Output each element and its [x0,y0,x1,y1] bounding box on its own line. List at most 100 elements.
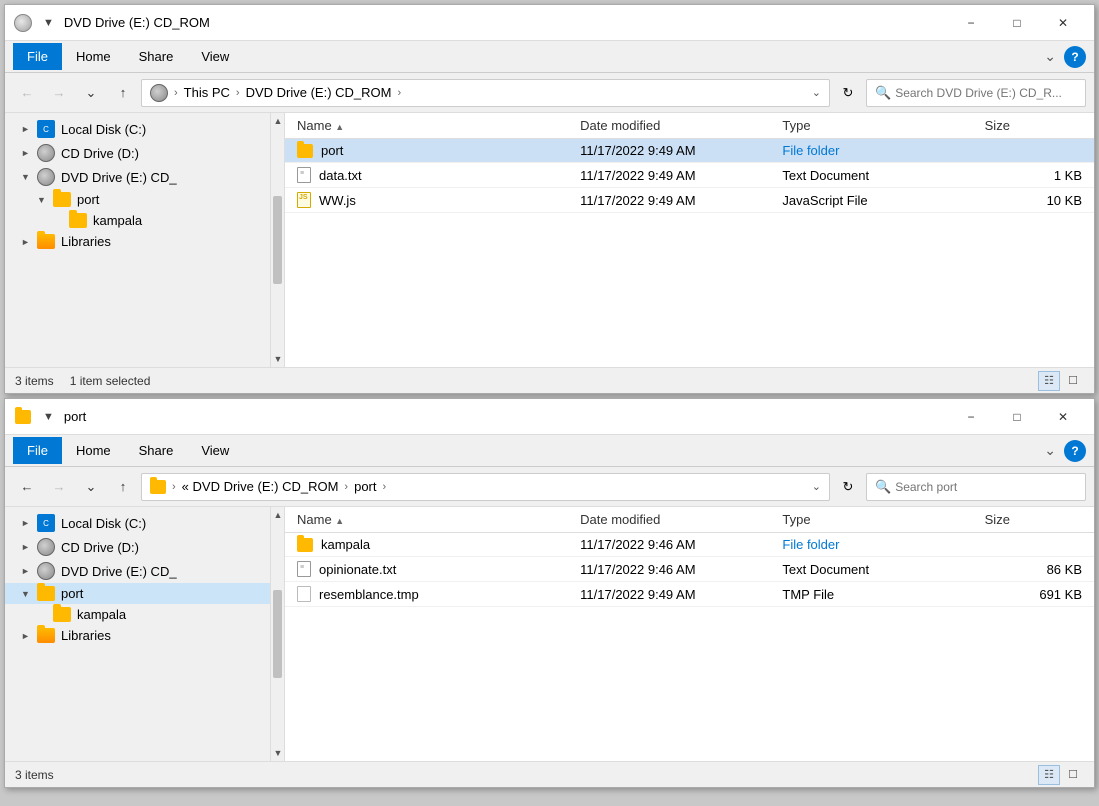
window-icon-2 [13,407,33,427]
forward-btn-1[interactable]: → [45,80,73,106]
ribbon-help-1[interactable]: ? [1064,46,1086,68]
ribbon-help-2[interactable]: ? [1064,440,1086,462]
sidebar-item-cd-drive-d-2[interactable]: ► CD Drive (D:) [5,535,284,559]
address-bar-1[interactable]: › This PC › DVD Drive (E:) CD_ROM › ⌄ [141,79,830,107]
quick-save-btn[interactable]: ▼ [39,15,58,31]
ribbon-tab-file-1[interactable]: File [13,43,62,70]
search-input-1[interactable] [895,86,1077,100]
window-controls-1: − □ ✕ [948,9,1086,37]
sidebar-item-dvd-drive-e-1[interactable]: ▼ DVD Drive (E:) CD_ [5,165,284,189]
back-btn-1[interactable]: ← [13,80,41,106]
maximize-btn-2[interactable]: □ [994,403,1040,431]
addr-dropdown-2[interactable]: ⌄ [812,480,821,493]
ribbon-tab-share-1[interactable]: Share [125,43,188,70]
details-view-btn-1[interactable]: ☷ [1038,371,1060,391]
expand-icon: ▼ [37,195,47,205]
dropdown-btn-2[interactable]: ⌄ [77,474,105,500]
scroll-up-arrow-1[interactable]: ▲ [271,113,285,129]
refresh-btn-2[interactable]: ↻ [834,473,862,501]
col-header-size-1[interactable]: Size [973,113,1094,139]
scroll-track-2 [271,523,284,745]
maximize-btn-1[interactable]: □ [994,9,1040,37]
large-icons-view-btn-2[interactable]: ☐ [1062,765,1084,785]
col-header-type-1[interactable]: Type [770,113,972,139]
sidebar-label: Local Disk (C:) [61,516,146,531]
sidebar-item-kampala-1[interactable]: kampala [5,210,284,231]
scroll-up-arrow-2[interactable]: ▲ [271,507,285,523]
search-box-2[interactable]: 🔍 [866,473,1086,501]
file-row-icon: data.txt [297,167,556,183]
expand-icon: ► [21,566,31,576]
file-row-ww-js[interactable]: WW.js 11/17/2022 9:49 AM JavaScript File… [285,188,1094,213]
col-header-size-2[interactable]: Size [973,507,1094,533]
sidebar-item-kampala-2[interactable]: kampala [5,604,284,625]
up-btn-2[interactable]: ↑ [109,474,137,500]
ribbon-1: File Home Share View ⌄ ? [5,41,1094,73]
selected-count-1: 1 item selected [70,374,151,388]
ribbon-tab-file-2[interactable]: File [13,437,62,464]
scroll-thumb-1[interactable] [273,196,282,285]
address-bar-2[interactable]: › « DVD Drive (E:) CD_ROM › port › ⌄ [141,473,830,501]
col-header-type-2[interactable]: Type [770,507,972,533]
minimize-btn-1[interactable]: − [948,9,994,37]
search-input-2[interactable] [895,480,1077,494]
sidebar-item-dvd-drive-e-2[interactable]: ► DVD Drive (E:) CD_ [5,559,284,583]
close-btn-2[interactable]: ✕ [1040,403,1086,431]
expand-icon: ▼ [21,172,31,182]
minimize-btn-2[interactable]: − [948,403,994,431]
sidebar-item-local-disk-c-2[interactable]: ► C Local Disk (C:) [5,511,284,535]
col-header-name-1[interactable]: Name ▲ [285,113,568,139]
sidebar-item-local-disk-c-1[interactable]: ► C Local Disk (C:) [5,117,284,141]
refresh-btn-1[interactable]: ↻ [834,79,862,107]
col-header-date-1[interactable]: Date modified [568,113,770,139]
file-row-data-txt[interactable]: data.txt 11/17/2022 9:49 AM Text Documen… [285,163,1094,188]
up-btn-1[interactable]: ↑ [109,80,137,106]
sidebar-item-port-2[interactable]: ▼ port [5,583,284,604]
file-row-opinionate-txt[interactable]: opinionate.txt 11/17/2022 9:46 AM Text D… [285,557,1094,582]
libraries-icon-2 [37,628,55,643]
details-view-btn-2[interactable]: ☷ [1038,765,1060,785]
col-header-date-2[interactable]: Date modified [568,507,770,533]
sidebar-item-cd-drive-d-1[interactable]: ► CD Drive (D:) [5,141,284,165]
ribbon-tab-view-1[interactable]: View [187,43,243,70]
large-icons-view-btn-1[interactable]: ☐ [1062,371,1084,391]
items-count-1: 3 items [15,374,54,388]
expand-icon: ► [21,237,31,247]
scroll-thumb-2[interactable] [273,590,282,679]
ribbon-chevron-2[interactable]: ⌄ [1036,438,1064,463]
scroll-down-arrow-2[interactable]: ▼ [271,745,285,761]
file-row-resemblance-tmp[interactable]: resemblance.tmp 11/17/2022 9:49 AM TMP F… [285,582,1094,607]
scroll-down-arrow-1[interactable]: ▼ [271,351,285,367]
file-row-kampala[interactable]: kampala 11/17/2022 9:46 AM File folder [285,533,1094,557]
file-row-icon: WW.js [297,192,556,208]
sidebar-scrollbar-1[interactable]: ▲ ▼ [270,113,284,367]
libraries-icon-1 [37,234,55,249]
sidebar-label: DVD Drive (E:) CD_ [61,564,177,579]
expand-icon: ► [21,518,31,528]
folder-icon-kampala [297,538,313,552]
ribbon-tab-share-2[interactable]: Share [125,437,188,464]
quick-save-btn-2[interactable]: ▼ [39,409,58,425]
file-table-1: Name ▲ Date modified Type Size port [285,113,1094,213]
forward-btn-2[interactable]: → [45,474,73,500]
dvd-drive-icon [14,14,32,32]
ribbon-tab-home-1[interactable]: Home [62,43,125,70]
ribbon-tab-view-2[interactable]: View [187,437,243,464]
sidebar-item-libraries-2[interactable]: ► Libraries [5,625,284,646]
sidebar-item-port-1[interactable]: ▼ port [5,189,284,210]
expand-icon: ► [21,631,31,641]
sidebar-item-libraries-1[interactable]: ► Libraries [5,231,284,252]
col-header-name-2[interactable]: Name ▲ [285,507,568,533]
ribbon-chevron-1[interactable]: ⌄ [1036,44,1064,69]
file-row-port[interactable]: port 11/17/2022 9:49 AM File folder [285,139,1094,163]
search-box-1[interactable]: 🔍 [866,79,1086,107]
ribbon-tab-home-2[interactable]: Home [62,437,125,464]
back-btn-2[interactable]: ← [13,474,41,500]
close-btn-1[interactable]: ✕ [1040,9,1086,37]
sidebar-scrollbar-2[interactable]: ▲ ▼ [270,507,284,761]
txt-icon-opinionate [297,561,311,577]
dropdown-btn-1[interactable]: ⌄ [77,80,105,106]
addr-dropdown-1[interactable]: ⌄ [812,86,821,99]
sidebar-label: CD Drive (D:) [61,540,139,555]
nav-bar-2: ← → ⌄ ↑ › « DVD Drive (E:) CD_ROM › port… [5,467,1094,507]
